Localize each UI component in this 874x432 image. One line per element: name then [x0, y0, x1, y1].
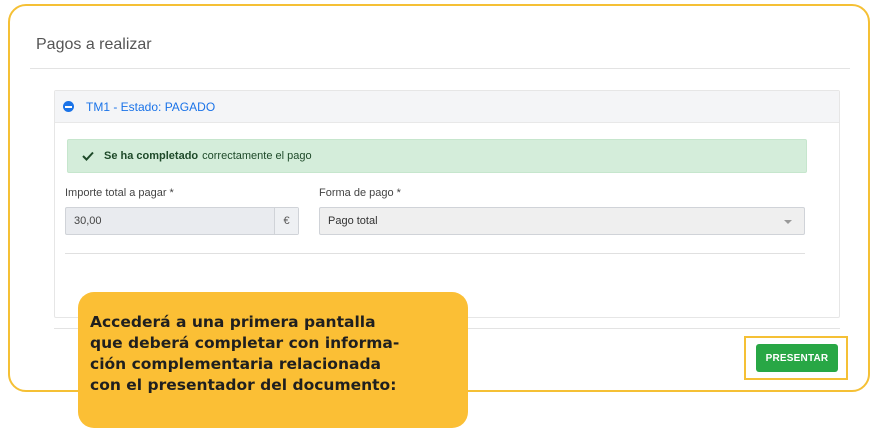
payment-panel: TM1 - Estado: PAGADO Se ha completado co… — [54, 90, 840, 318]
callout-line: Accederá a una primera pantalla — [90, 313, 376, 331]
page-title: Pagos a realizar — [36, 36, 152, 53]
payment-method-label: Forma de pago * — [319, 187, 401, 199]
title-divider — [30, 68, 850, 69]
amount-label: Importe total a pagar * — [65, 187, 174, 199]
callout-line: ción complementaria relacionada — [90, 355, 381, 373]
check-icon — [82, 151, 96, 161]
panel-title[interactable]: TM1 - Estado: PAGADO — [86, 100, 215, 114]
present-button[interactable]: PRESENTAR — [756, 344, 838, 372]
callout-line: con el presentador del documento: — [90, 376, 397, 394]
chevron-down-icon — [784, 220, 792, 224]
currency-addon: € — [274, 208, 298, 234]
payment-method-select[interactable]: Pago total — [319, 207, 805, 235]
amount-value: 30,00 — [74, 215, 102, 227]
instruction-callout: Accederá a una primera pantalla que debe… — [78, 292, 468, 428]
callout-line: que deberá completar con informa- — [90, 334, 400, 352]
alert-bold-text: Se ha completado — [104, 150, 199, 162]
payment-method-value: Pago total — [328, 215, 378, 227]
panel-divider — [65, 253, 805, 254]
success-alert: Se ha completado correctamente el pago — [67, 139, 807, 173]
amount-field: 30,00 € — [65, 207, 299, 235]
collapse-minus-icon[interactable] — [63, 101, 74, 112]
alert-text: correctamente el pago — [202, 150, 312, 162]
panel-header[interactable]: TM1 - Estado: PAGADO — [55, 91, 839, 123]
